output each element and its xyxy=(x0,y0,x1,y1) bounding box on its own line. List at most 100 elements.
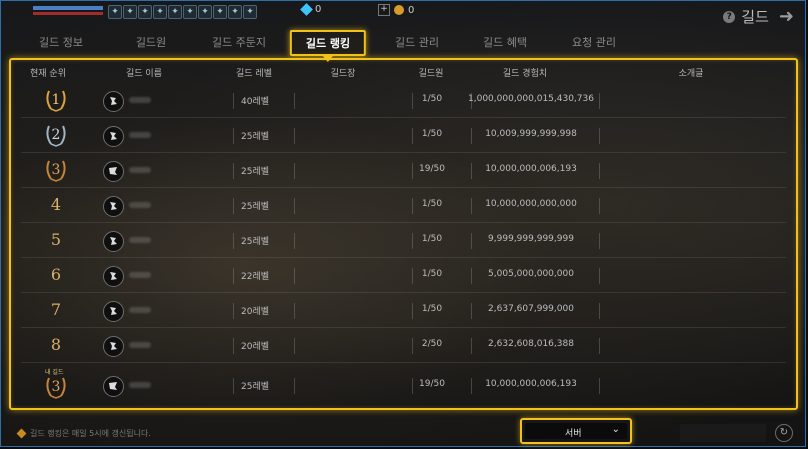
gold-currency: + 0 xyxy=(378,4,414,16)
table-row[interactable]: 2 25레벨 1/50 10,009,999,999,998 xyxy=(21,119,786,153)
window-title: 길드 xyxy=(741,8,769,26)
buff-icon: ✦ xyxy=(198,5,212,19)
guild-emblem-icon xyxy=(103,126,124,147)
guild-name-blurred xyxy=(129,307,151,313)
buff-icon: ✦ xyxy=(153,5,167,19)
buff-icon: ✦ xyxy=(123,5,137,19)
guild-emblem-icon xyxy=(103,196,124,217)
guild-emblem-icon xyxy=(103,336,124,357)
my-guild-row[interactable]: 내 길드 3 25레벨 19/50 10,000,000,006,193 xyxy=(21,369,786,402)
guild-exp: 10,009,999,999,998 xyxy=(485,129,577,139)
guild-exp: 10,000,000,000,000 xyxy=(485,199,577,209)
guild-level: 20레벨 xyxy=(240,342,270,352)
silver-laurel-badge: 2 xyxy=(43,122,69,148)
guild-members: 1/50 xyxy=(421,129,443,139)
table-row[interactable]: 5 25레벨 1/50 9,999,999,999,999 xyxy=(21,224,786,258)
server-dropdown-value: 서버 xyxy=(565,429,582,439)
gem-currency: 0 xyxy=(300,3,321,16)
buff-icon: ✦ xyxy=(243,5,257,19)
window-header: ? 길드 ➜ xyxy=(723,6,794,27)
tab-guild-ranking[interactable]: 길드 랭킹 xyxy=(289,30,367,62)
guild-emblem-icon xyxy=(103,231,124,252)
ranking-refresh-note-text: 길드 랭킹은 매일 5시에 갱신됩니다. xyxy=(30,429,151,438)
buff-icon: ✦ xyxy=(168,5,182,19)
guild-level: 20레벨 xyxy=(240,307,270,317)
buff-icon: ✦ xyxy=(108,5,122,19)
tab-guild-info[interactable]: 길드 정보 xyxy=(39,34,83,50)
header-members: 길드원 xyxy=(418,69,444,79)
guild-tabs: 길드 정보 길드원 길드 주둔지 길드 랭킹 길드 관리 길드 혜택 요청 관리 xyxy=(20,30,780,62)
guild-exp: 10,000,000,006,193 xyxy=(485,164,577,174)
ranking-refresh-note: 길드 랭킹은 매일 5시에 갱신됩니다. xyxy=(16,428,151,439)
rank-number: 4 xyxy=(50,195,62,214)
buff-icon: ✦ xyxy=(228,5,242,19)
guild-search-box[interactable] xyxy=(680,424,766,442)
back-arrow-icon[interactable]: ➜ xyxy=(779,6,794,27)
guild-exp: 5,005,000,000,000 xyxy=(488,269,574,279)
buff-icon: ✦ xyxy=(138,5,152,19)
top-hud: ✦ ✦ ✦ ✦ ✦ ✦ ✦ ✦ ✦ ✦ 0 + 0 ? 길드 ➜ xyxy=(0,0,808,27)
guild-exp: 1,000,000,000,015,430,736 xyxy=(468,94,594,104)
server-dropdown[interactable]: 서버 ⌄ xyxy=(520,418,632,444)
tab-guild-garrison[interactable]: 길드 주둔지 xyxy=(212,34,266,50)
table-row[interactable]: 4 25레벨 1/50 10,000,000,000,000 xyxy=(21,189,786,223)
guild-members: 1/50 xyxy=(421,304,443,314)
header-guild-name: 길드 이름 xyxy=(126,69,162,79)
guild-level: 25레벨 xyxy=(240,237,270,247)
guild-emblem-icon xyxy=(103,266,124,287)
guild-exp: 9,999,999,999,999 xyxy=(488,234,574,244)
guild-exp: 2,632,608,016,388 xyxy=(488,339,574,349)
table-row[interactable]: 7 20레벨 1/50 2,637,607,999,000 xyxy=(21,294,786,328)
guild-members: 1/50 xyxy=(421,234,443,244)
guild-name-blurred xyxy=(129,97,151,103)
guild-level: 25레벨 xyxy=(240,132,270,142)
guild-members: 2/50 xyxy=(421,339,443,349)
help-icon[interactable]: ? xyxy=(723,10,736,23)
guild-name-blurred xyxy=(129,272,151,278)
guild-level: 25레벨 xyxy=(240,202,270,212)
rank-number: 5 xyxy=(50,230,62,249)
tab-guild-members[interactable]: 길드원 xyxy=(136,34,166,50)
buff-icon: ✦ xyxy=(183,5,197,19)
guild-name-blurred xyxy=(129,167,151,173)
header-rank: 현재 순위 xyxy=(30,69,66,79)
gem-icon xyxy=(300,3,313,16)
guild-members: 1/50 xyxy=(421,269,443,279)
guild-members: 19/50 xyxy=(419,379,445,389)
tab-guild-benefits[interactable]: 길드 혜택 xyxy=(483,34,527,50)
guild-level: 25레벨 xyxy=(240,167,270,177)
table-header: 현재 순위 길드 이름 길드 레벨 길드장 길드원 길드 경험치 소개글 xyxy=(11,66,796,82)
refresh-icon[interactable]: ↻ xyxy=(775,424,793,442)
guild-level: 25레벨 xyxy=(240,382,270,392)
guild-members: 19/50 xyxy=(419,164,445,174)
buff-icon: ✦ xyxy=(213,5,227,19)
guild-emblem-icon xyxy=(103,376,124,397)
header-intro: 소개글 xyxy=(678,69,704,79)
guild-name-blurred xyxy=(129,202,151,208)
guild-emblem-icon xyxy=(103,91,124,112)
tab-request-management[interactable]: 요청 관리 xyxy=(572,34,616,50)
rank-number: 8 xyxy=(50,335,62,354)
tab-guild-management[interactable]: 길드 관리 xyxy=(395,34,439,50)
warning-icon xyxy=(16,428,27,439)
guild-name-blurred xyxy=(129,342,151,348)
table-row[interactable]: 1 40레벨 1/50 1,000,000,000,015,430,736 xyxy=(21,84,786,118)
table-row[interactable]: 8 20레벨 2/50 2,632,608,016,388 xyxy=(21,329,786,363)
table-row[interactable]: 3 25레벨 19/50 10,000,000,006,193 xyxy=(21,154,786,188)
bronze-laurel-badge: 3 xyxy=(43,374,69,400)
rank-number: 6 xyxy=(50,265,62,284)
chevron-down-icon: ⌄ xyxy=(611,424,620,435)
guild-name-blurred xyxy=(129,132,151,138)
add-icon[interactable]: + xyxy=(378,4,390,16)
guild-level: 40레벨 xyxy=(240,97,270,107)
mp-bar xyxy=(33,6,103,10)
gold-coin-icon xyxy=(394,5,404,15)
gold-laurel-badge: 1 xyxy=(43,87,69,113)
guild-emblem-icon xyxy=(103,301,124,322)
guild-exp: 2,637,607,999,000 xyxy=(488,304,574,314)
rank-number: 7 xyxy=(50,300,62,319)
guild-members: 1/50 xyxy=(421,199,443,209)
table-row[interactable]: 6 22레벨 1/50 5,005,000,000,000 xyxy=(21,259,786,293)
guild-emblem-icon xyxy=(103,161,124,182)
guild-exp: 10,000,000,006,193 xyxy=(485,379,577,389)
